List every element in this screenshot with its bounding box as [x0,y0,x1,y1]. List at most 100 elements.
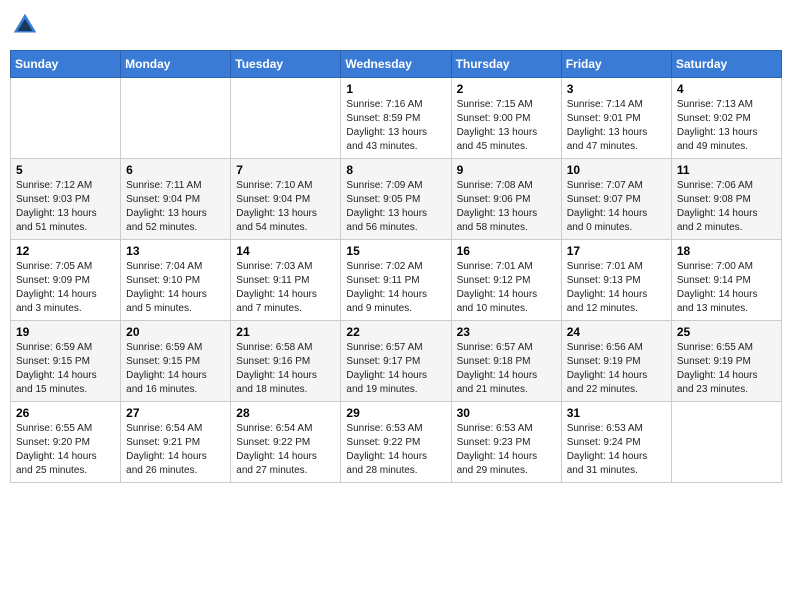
day-number: 21 [236,325,335,339]
day-number: 30 [457,406,556,420]
day-number: 23 [457,325,556,339]
day-info: Sunrise: 7:06 AM Sunset: 9:08 PM Dayligh… [677,179,776,235]
day-number: 18 [677,244,776,258]
calendar-cell: 3 Sunrise: 7:14 AM Sunset: 9:01 PM Daylig… [561,78,671,159]
calendar-header-row: SundayMondayTuesdayWednesdayThursdayFrid… [11,51,782,78]
day-info: Sunrise: 6:55 AM Sunset: 9:19 PM Dayligh… [677,341,776,397]
day-info: Sunrise: 7:14 AM Sunset: 9:01 PM Dayligh… [567,98,666,154]
calendar-cell: 1Sunrise: 7:16 AM Sunset: 8:59 PM Daylig… [341,78,451,159]
calendar-cell: 20 Sunrise: 6:59 AM Sunset: 9:15 PM Dayli… [121,321,231,402]
calendar-cell [231,78,341,159]
calendar-cell: 4 Sunrise: 7:13 AM Sunset: 9:02 PM Daylig… [671,78,781,159]
calendar-cell: 21 Sunrise: 6:58 AM Sunset: 9:16 PM Dayli… [231,321,341,402]
day-info: Sunrise: 6:56 AM Sunset: 9:19 PM Dayligh… [567,341,666,397]
calendar-cell: 10Sunrise: 7:07 AM Sunset: 9:07 PM Dayli… [561,159,671,240]
day-header-wednesday: Wednesday [341,51,451,78]
day-info: Sunrise: 7:02 AM Sunset: 9:11 PM Dayligh… [346,260,445,316]
day-number: 26 [16,406,115,420]
day-number: 7 [236,163,335,177]
day-number: 15 [346,244,445,258]
day-info: Sunrise: 6:55 AM Sunset: 9:20 PM Dayligh… [16,422,115,478]
day-info: Sunrise: 7:03 AM Sunset: 9:11 PM Dayligh… [236,260,335,316]
day-number: 3 [567,82,666,96]
calendar-cell: 12 Sunrise: 7:05 AM Sunset: 9:09 PM Dayli… [11,240,121,321]
calendar-cell: 13 Sunrise: 7:04 AM Sunset: 9:10 PM Dayli… [121,240,231,321]
day-number: 24 [567,325,666,339]
calendar-week-row: 5Sunrise: 7:12 AM Sunset: 9:03 PM Daylig… [11,159,782,240]
calendar-cell: 24 Sunrise: 6:56 AM Sunset: 9:19 PM Dayli… [561,321,671,402]
day-header-sunday: Sunday [11,51,121,78]
day-info: Sunrise: 7:08 AM Sunset: 9:06 PM Dayligh… [457,179,556,235]
day-info: Sunrise: 7:04 AM Sunset: 9:10 PM Dayligh… [126,260,225,316]
day-info: Sunrise: 7:12 AM Sunset: 9:03 PM Dayligh… [16,179,115,235]
day-info: Sunrise: 7:01 AM Sunset: 9:13 PM Dayligh… [567,260,666,316]
day-info: Sunrise: 7:13 AM Sunset: 9:02 PM Dayligh… [677,98,776,154]
calendar-week-row: 12 Sunrise: 7:05 AM Sunset: 9:09 PM Dayli… [11,240,782,321]
day-number: 19 [16,325,115,339]
day-number: 27 [126,406,225,420]
day-number: 1 [346,82,445,96]
day-info: Sunrise: 7:05 AM Sunset: 9:09 PM Dayligh… [16,260,115,316]
day-number: 16 [457,244,556,258]
day-number: 6 [126,163,225,177]
day-number: 22 [346,325,445,339]
calendar-table: SundayMondayTuesdayWednesdayThursdayFrid… [10,50,782,483]
calendar-cell [671,402,781,483]
day-info: Sunrise: 6:58 AM Sunset: 9:16 PM Dayligh… [236,341,335,397]
calendar-cell: 6Sunrise: 7:11 AM Sunset: 9:04 PM Daylig… [121,159,231,240]
day-info: Sunrise: 6:57 AM Sunset: 9:17 PM Dayligh… [346,341,445,397]
calendar-cell: 28 Sunrise: 6:54 AM Sunset: 9:22 PM Dayli… [231,402,341,483]
day-number: 2 [457,82,556,96]
day-number: 9 [457,163,556,177]
calendar-cell: 11 Sunrise: 7:06 AM Sunset: 9:08 PM Dayli… [671,159,781,240]
day-number: 4 [677,82,776,96]
day-info: Sunrise: 7:09 AM Sunset: 9:05 PM Dayligh… [346,179,445,235]
day-info: Sunrise: 7:15 AM Sunset: 9:00 PM Dayligh… [457,98,556,154]
calendar-cell: 15 Sunrise: 7:02 AM Sunset: 9:11 PM Dayli… [341,240,451,321]
day-number: 11 [677,163,776,177]
calendar-cell: 16 Sunrise: 7:01 AM Sunset: 9:12 PM Dayli… [451,240,561,321]
calendar-cell: 31Sunrise: 6:53 AM Sunset: 9:24 PM Dayli… [561,402,671,483]
calendar-cell: 25Sunrise: 6:55 AM Sunset: 9:19 PM Dayli… [671,321,781,402]
day-header-monday: Monday [121,51,231,78]
day-info: Sunrise: 6:57 AM Sunset: 9:18 PM Dayligh… [457,341,556,397]
page-header [10,10,782,40]
calendar-cell: 23 Sunrise: 6:57 AM Sunset: 9:18 PM Dayli… [451,321,561,402]
day-info: Sunrise: 6:59 AM Sunset: 9:15 PM Dayligh… [16,341,115,397]
calendar-cell: 19 Sunrise: 6:59 AM Sunset: 9:15 PM Dayli… [11,321,121,402]
calendar-cell: 22 Sunrise: 6:57 AM Sunset: 9:17 PM Dayli… [341,321,451,402]
calendar-cell [121,78,231,159]
logo-icon [10,10,40,40]
day-header-thursday: Thursday [451,51,561,78]
day-info: Sunrise: 6:53 AM Sunset: 9:24 PM Dayligh… [567,422,666,478]
calendar-cell: 18 Sunrise: 7:00 AM Sunset: 9:14 PM Dayli… [671,240,781,321]
day-number: 29 [346,406,445,420]
calendar-cell: 8 Sunrise: 7:09 AM Sunset: 9:05 PM Daylig… [341,159,451,240]
day-header-friday: Friday [561,51,671,78]
day-number: 28 [236,406,335,420]
day-info: Sunrise: 7:01 AM Sunset: 9:12 PM Dayligh… [457,260,556,316]
calendar-cell: 9 Sunrise: 7:08 AM Sunset: 9:06 PM Daylig… [451,159,561,240]
day-number: 13 [126,244,225,258]
calendar-cell: 2 Sunrise: 7:15 AM Sunset: 9:00 PM Daylig… [451,78,561,159]
day-number: 10 [567,163,666,177]
logo [10,10,44,40]
calendar-week-row: 1Sunrise: 7:16 AM Sunset: 8:59 PM Daylig… [11,78,782,159]
calendar-cell: 29Sunrise: 6:53 AM Sunset: 9:22 PM Dayli… [341,402,451,483]
calendar-cell: 7 Sunrise: 7:10 AM Sunset: 9:04 PM Daylig… [231,159,341,240]
day-info: Sunrise: 6:54 AM Sunset: 9:21 PM Dayligh… [126,422,225,478]
day-number: 20 [126,325,225,339]
calendar-cell: 14 Sunrise: 7:03 AM Sunset: 9:11 PM Dayli… [231,240,341,321]
day-number: 8 [346,163,445,177]
day-info: Sunrise: 7:10 AM Sunset: 9:04 PM Dayligh… [236,179,335,235]
day-info: Sunrise: 6:59 AM Sunset: 9:15 PM Dayligh… [126,341,225,397]
calendar-week-row: 19 Sunrise: 6:59 AM Sunset: 9:15 PM Dayli… [11,321,782,402]
calendar-cell: 27 Sunrise: 6:54 AM Sunset: 9:21 PM Dayli… [121,402,231,483]
day-info: Sunrise: 7:00 AM Sunset: 9:14 PM Dayligh… [677,260,776,316]
day-info: Sunrise: 6:54 AM Sunset: 9:22 PM Dayligh… [236,422,335,478]
day-number: 12 [16,244,115,258]
day-number: 14 [236,244,335,258]
calendar-week-row: 26 Sunrise: 6:55 AM Sunset: 9:20 PM Dayli… [11,402,782,483]
day-header-saturday: Saturday [671,51,781,78]
day-header-tuesday: Tuesday [231,51,341,78]
